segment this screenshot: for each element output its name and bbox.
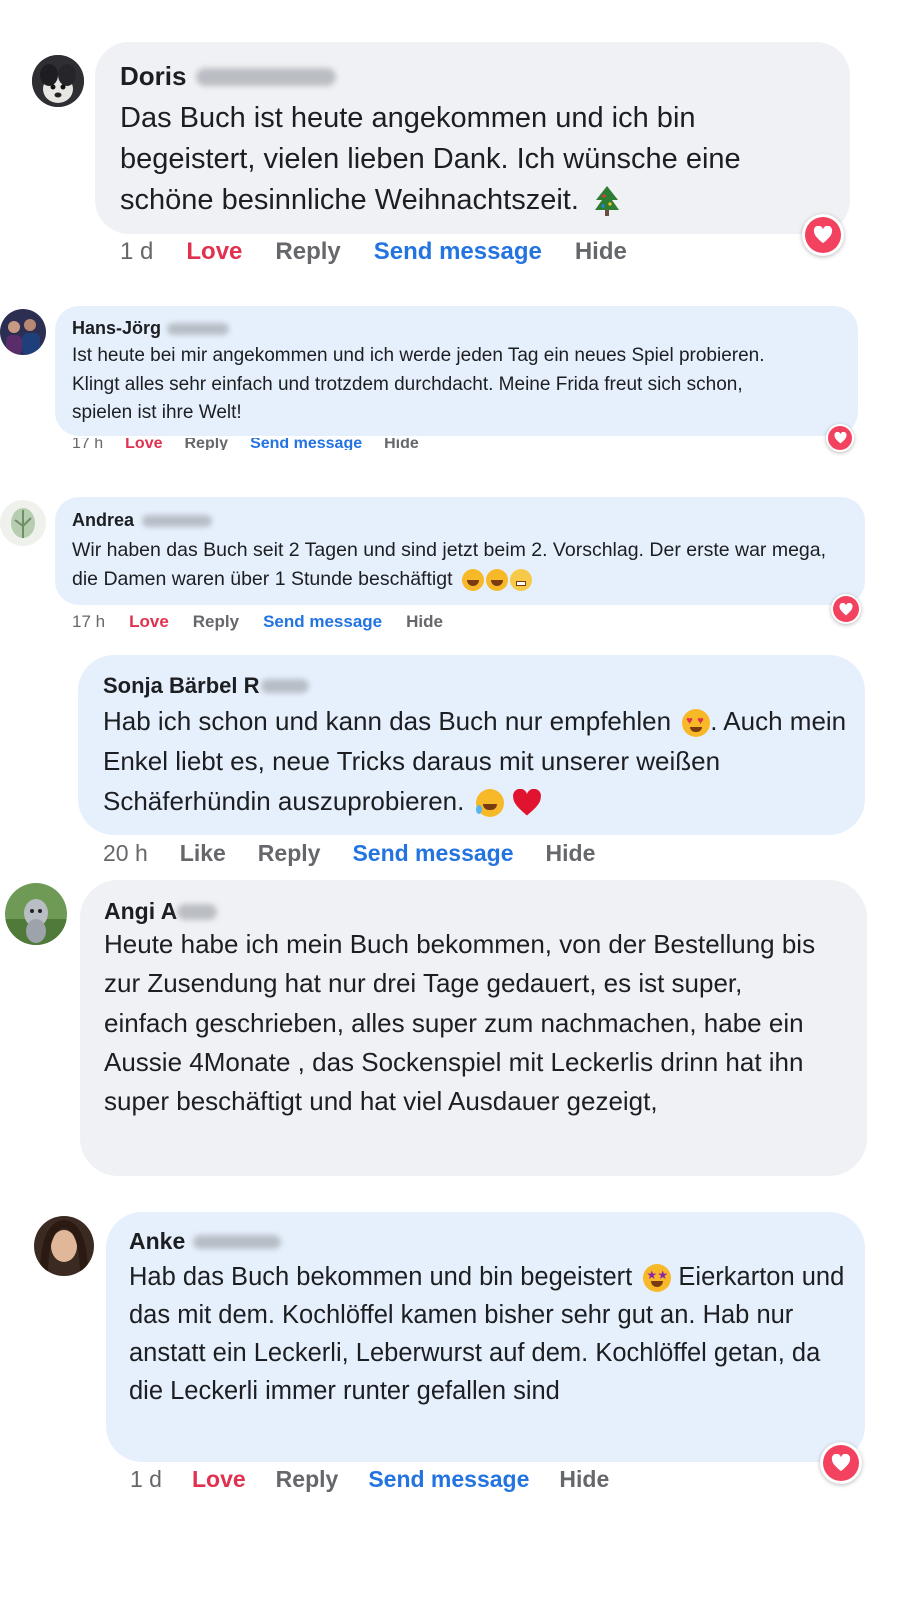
laughing-emoji-icon [485,568,508,591]
author-name[interactable]: Sonja Bärbel R [103,673,310,699]
love-button[interactable]: Love [192,1466,246,1493]
send-message-button[interactable]: Send message [352,840,513,867]
happy-tears-emoji-icon [475,789,504,818]
heart-icon [839,602,853,615]
reply-button[interactable]: Reply [275,238,340,266]
timestamp: 20 h [103,840,148,866]
comment-actions: 20 h Like Reply Send message Hide [103,840,595,867]
like-button[interactable]: Like [180,840,226,867]
laughing-emoji-icon [461,568,484,591]
timestamp: 1 d [130,1466,162,1492]
timestamp: 1 d [120,238,154,265]
reply-button[interactable]: Reply [184,438,228,450]
christmas-tree-icon [594,186,619,217]
blurred-surname [261,679,310,693]
love-button[interactable]: Love [129,612,169,632]
heart-eyes-emoji-icon: ♥ ♥ [682,709,711,738]
author-name[interactable]: Doris [120,61,337,92]
reply-button[interactable]: Reply [258,840,321,867]
dog-avatar-icon [5,883,67,945]
hide-button[interactable]: Hide [384,438,419,450]
comment-actions: 1 d Love Reply Send message Hide [130,1466,609,1493]
author-name[interactable]: Angi A [104,898,218,925]
hide-button[interactable]: Hide [575,238,627,266]
comment-actions-cropped: 17 h Love Reply Send message Hide [72,438,472,450]
comment-actions: 17 h Love Reply Send message Hide [72,612,443,632]
avatar-andrea[interactable] [0,500,46,546]
star-struck-emoji-icon: ★ ★ [643,1264,672,1293]
person-avatar-icon [34,1216,94,1276]
reply-button[interactable]: Reply [193,612,239,632]
love-button[interactable]: Love [186,238,242,266]
comment-bubble: Sonja Bärbel R Hab ich schon und kann da… [78,655,865,835]
comment-bubble: Hans-Jörg Ist heute bei mir angekommen u… [55,306,858,436]
heart-icon [834,432,846,444]
send-message-button[interactable]: Send message [263,612,382,632]
red-heart-icon [512,789,541,816]
avatar-angi[interactable] [5,883,67,945]
dog-avatar-icon [32,55,84,107]
hide-button[interactable]: Hide [406,612,443,632]
comment-text: Das Buch ist heute angekommen und ich bi… [120,98,830,221]
blurred-surname [196,67,337,86]
reply-button[interactable]: Reply [276,1466,339,1493]
avatar-hans-joerg[interactable] [0,309,46,355]
hide-button[interactable]: Hide [546,840,596,867]
author-name[interactable]: Andrea [72,510,213,531]
comment-bubble: Angi A Heute habe ich mein Buch bekommen… [80,880,867,1176]
author-name[interactable]: Hans-Jörg [72,318,230,339]
group-photo-avatar-icon [0,309,46,355]
comment-bubble: Andrea Wir haben das Buch seit 2 Tagen u… [55,497,865,605]
hide-button[interactable]: Hide [559,1466,609,1493]
grimacing-emoji-icon [509,568,532,591]
comment-text: Heute habe ich mein Buch bekommen, von d… [104,929,816,1117]
love-reaction-badge[interactable] [831,594,861,624]
love-button[interactable]: Love [125,438,162,450]
timestamp: 17 h [72,438,104,450]
comment-bubble: Doris Das Buch ist heute angekommen und … [95,42,850,234]
love-reaction-badge[interactable] [826,424,854,452]
comment-text: Hab das Buch bekommen und bin begeistert… [129,1263,845,1405]
send-message-button[interactable]: Send message [374,238,542,266]
avatar-doris[interactable] [32,55,84,107]
comment-text: Wir haben das Buch seit 2 Tagen und sind… [72,539,827,591]
comment-text: Ist heute bei mir angekommen und ich wer… [72,345,765,423]
heart-icon [831,1454,851,1472]
send-message-button[interactable]: Send message [368,1466,529,1493]
blurred-surname [167,322,230,335]
plant-avatar-icon [0,500,46,546]
timestamp: 17 h [72,612,106,631]
blurred-surname [142,514,213,527]
comment-text: Hab ich schon und kann das Buch nur empf… [103,706,847,818]
heart-icon [813,226,833,244]
comment-bubble: Anke Hab das Buch bekommen und bin begei… [106,1212,865,1462]
comment-actions: 1 d Love Reply Send message Hide [120,238,627,266]
love-reaction-badge[interactable] [820,1442,862,1484]
love-reaction-badge[interactable] [802,214,844,256]
blurred-surname [177,903,218,920]
author-name[interactable]: Anke [129,1228,282,1255]
send-message-button[interactable]: Send message [250,438,362,450]
avatar-anke[interactable] [34,1216,94,1276]
blurred-surname [193,1234,282,1249]
